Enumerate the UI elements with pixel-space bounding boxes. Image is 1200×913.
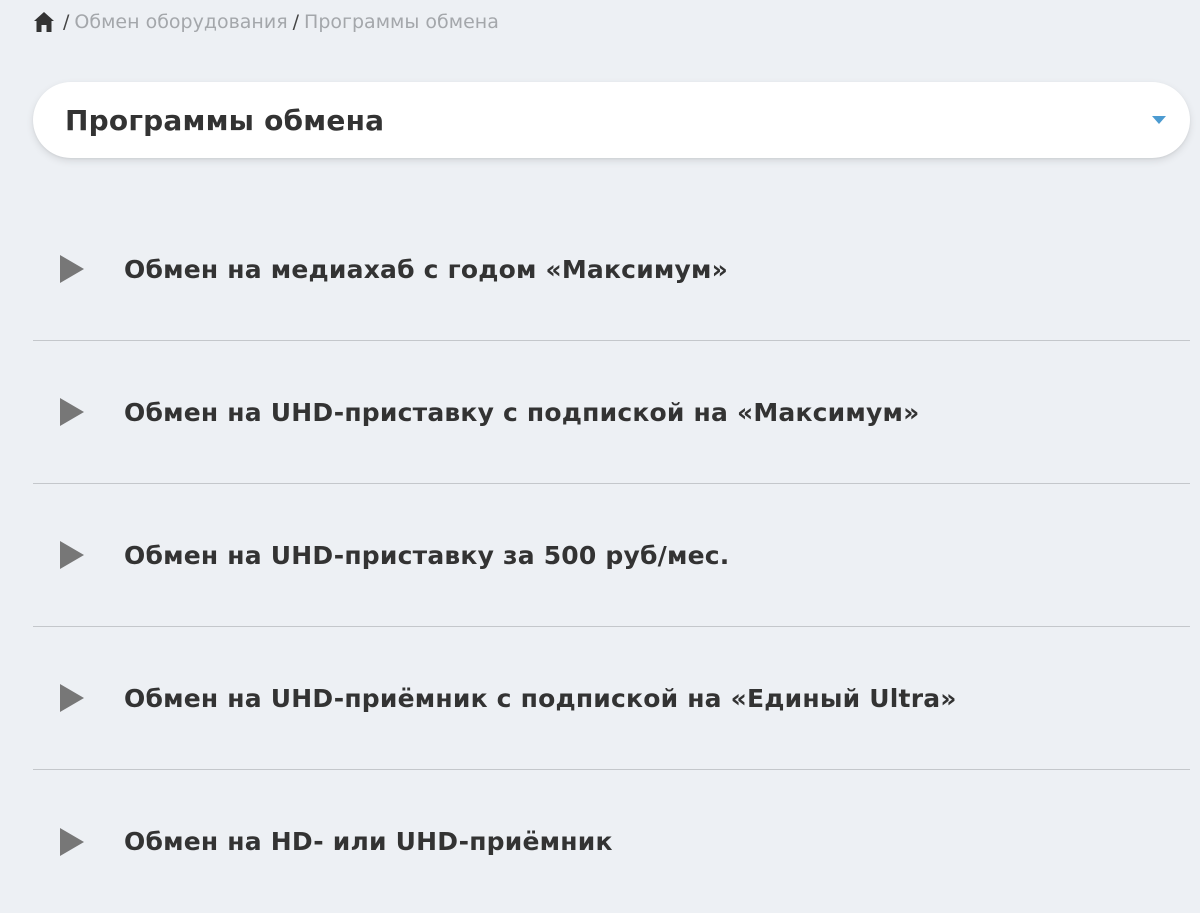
- program-item-title: Обмен на UHD-приёмник с подпиской на «Ед…: [124, 683, 957, 713]
- expand-arrow-icon[interactable]: [60, 827, 84, 856]
- program-item-title: Обмен на HD- или UHD-приёмник: [124, 827, 613, 856]
- program-item-title: Обмен на UHD-приставку за 500 руб/мес.: [124, 540, 730, 570]
- breadcrumb-separator: /: [292, 11, 300, 33]
- breadcrumb-exchange-programs: Программы обмена: [304, 11, 499, 33]
- expand-arrow-icon[interactable]: [60, 541, 84, 569]
- expand-arrow-icon[interactable]: [60, 684, 84, 712]
- program-item-mediahub[interactable]: Обмен на медиахаб с годом «Максимум»: [33, 198, 1190, 341]
- home-icon[interactable]: [33, 11, 55, 33]
- expand-arrow-icon[interactable]: [60, 255, 84, 283]
- program-item-uhd-box-maximum[interactable]: Обмен на UHD-приставку с подпиской на «М…: [33, 341, 1190, 484]
- breadcrumb-equipment-exchange[interactable]: Обмен оборудования: [74, 11, 287, 33]
- expand-arrow-icon[interactable]: [60, 398, 84, 426]
- program-item-title: Обмен на медиахаб с годом «Максимум»: [124, 254, 729, 284]
- program-item-hd-uhd-receiver[interactable]: Обмен на HD- или UHD-приёмник: [33, 770, 1190, 913]
- chevron-down-icon[interactable]: [1152, 116, 1166, 124]
- dropdown-selected-label: Программы обмена: [65, 103, 385, 137]
- breadcrumb: / Обмен оборудования / Программы обмена: [33, 8, 499, 36]
- exchange-programs-list: Обмен на медиахаб с годом «Максимум» Обм…: [33, 198, 1190, 913]
- breadcrumb-separator: /: [63, 11, 70, 33]
- program-category-dropdown[interactable]: Программы обмена: [33, 82, 1190, 158]
- program-item-uhd-receiver-ultra[interactable]: Обмен на UHD-приёмник с подпиской на «Ед…: [33, 627, 1190, 770]
- program-item-title: Обмен на UHD-приставку с подпиской на «М…: [124, 397, 920, 427]
- program-item-uhd-box-500[interactable]: Обмен на UHD-приставку за 500 руб/мес.: [33, 484, 1190, 627]
